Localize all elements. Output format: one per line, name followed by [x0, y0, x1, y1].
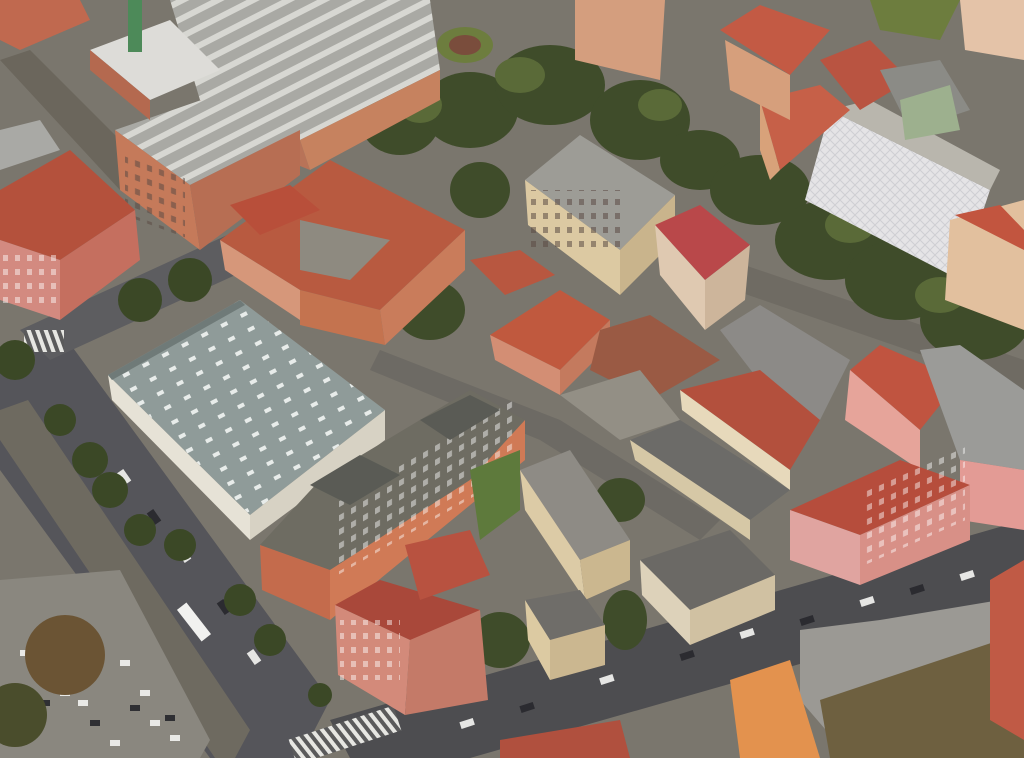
chimney — [128, 0, 142, 52]
aerial-map[interactable] — [0, 0, 1024, 758]
